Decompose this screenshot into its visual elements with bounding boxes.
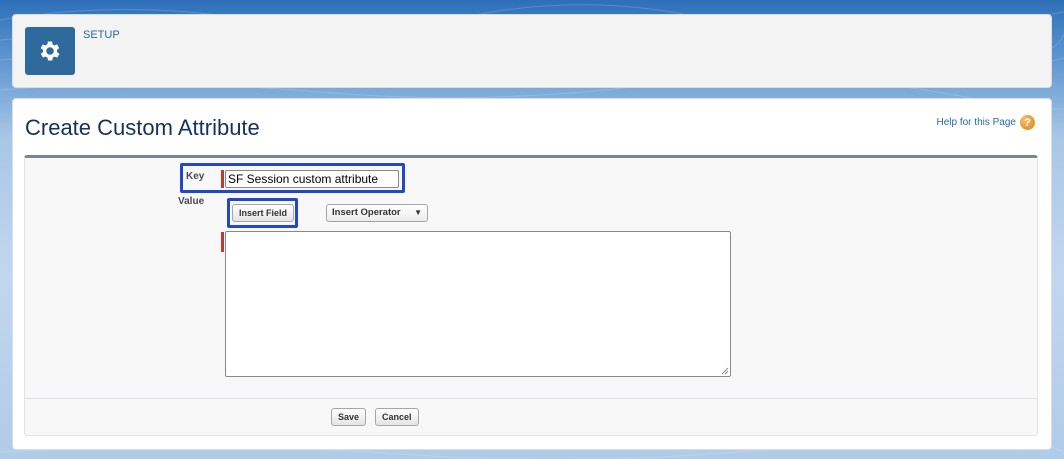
key-required-indicator bbox=[221, 170, 224, 188]
help-section: Help for this Page ? bbox=[937, 115, 1035, 130]
insert-operator-label: Insert Operator bbox=[332, 207, 401, 218]
attribute-form: Key Value Insert Field Insert Operator ▼… bbox=[24, 155, 1038, 436]
insert-field-button[interactable]: Insert Field bbox=[232, 204, 295, 222]
form-footer-divider bbox=[25, 398, 1037, 399]
gear-icon bbox=[40, 41, 60, 61]
key-input[interactable] bbox=[225, 170, 399, 188]
resize-grip-icon[interactable] bbox=[721, 367, 729, 375]
value-textarea[interactable] bbox=[225, 231, 731, 377]
value-required-indicator bbox=[221, 232, 224, 252]
main-card: Create Custom Attribute Help for this Pa… bbox=[12, 98, 1052, 450]
setup-header: SETUP bbox=[12, 14, 1052, 88]
cancel-button[interactable]: Cancel bbox=[375, 408, 419, 426]
insert-operator-select[interactable]: Insert Operator ▼ bbox=[326, 204, 428, 222]
question-icon[interactable]: ? bbox=[1020, 115, 1035, 130]
save-button[interactable]: Save bbox=[331, 408, 367, 426]
key-label: Key bbox=[186, 171, 205, 182]
chevron-down-icon: ▼ bbox=[414, 208, 422, 217]
value-label: Value bbox=[178, 196, 205, 207]
help-link[interactable]: Help for this Page bbox=[937, 117, 1017, 128]
setup-tile[interactable] bbox=[25, 27, 75, 75]
page-title: Create Custom Attribute bbox=[25, 115, 260, 140]
setup-label[interactable]: SETUP bbox=[83, 29, 120, 41]
